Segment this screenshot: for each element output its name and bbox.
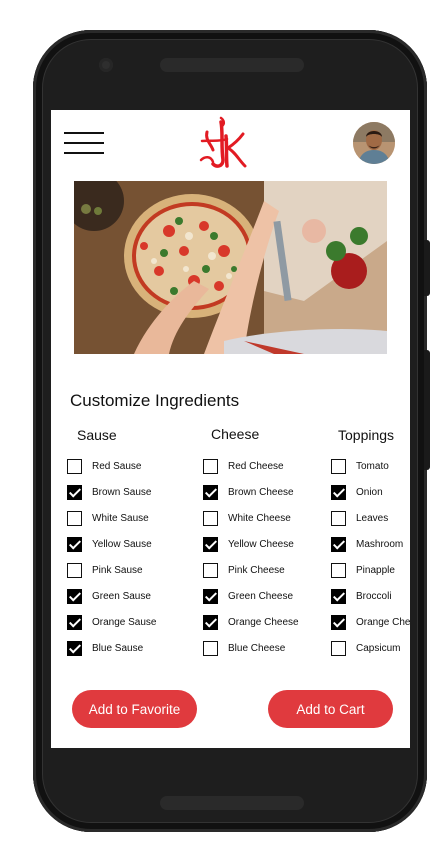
checkbox[interactable] bbox=[203, 588, 218, 604]
volume-button bbox=[424, 240, 430, 296]
option-label: White Sause bbox=[92, 512, 149, 524]
avatar-photo bbox=[353, 122, 395, 164]
column-title-cheese: Cheese bbox=[211, 426, 260, 442]
option-label: Orange Chee bbox=[356, 616, 410, 628]
section-title: Customize Ingredients bbox=[70, 391, 240, 410]
checkbox-option[interactable]: Onion bbox=[331, 482, 383, 502]
checkbox[interactable] bbox=[67, 640, 82, 656]
option-label: Brown Cheese bbox=[228, 486, 294, 498]
column-title-sause: Sause bbox=[77, 427, 117, 443]
front-camera bbox=[99, 58, 113, 72]
checkbox-option[interactable]: Blue Sause bbox=[67, 638, 143, 658]
checkbox-option[interactable]: Green Cheese bbox=[203, 586, 293, 606]
checkbox-option[interactable]: Leaves bbox=[331, 508, 388, 528]
hero-image bbox=[74, 181, 387, 354]
checkbox-option[interactable]: Blue Cheese bbox=[203, 638, 285, 658]
checkbox[interactable] bbox=[331, 458, 346, 474]
checkbox-option[interactable]: Yellow Cheese bbox=[203, 534, 294, 554]
checkbox[interactable] bbox=[331, 484, 346, 500]
option-label: Tomato bbox=[356, 460, 389, 472]
checkbox[interactable] bbox=[203, 562, 218, 578]
checkbox[interactable] bbox=[331, 536, 346, 552]
checkbox-option[interactable]: Yellow Sause bbox=[67, 534, 152, 554]
checkbox[interactable] bbox=[331, 614, 346, 630]
checkbox-option[interactable]: Pinapple bbox=[331, 560, 395, 580]
option-label: Blue Cheese bbox=[228, 642, 286, 654]
checkbox[interactable] bbox=[203, 510, 218, 526]
checkbox-option[interactable]: Pink Cheese bbox=[203, 560, 285, 580]
checkbox[interactable] bbox=[203, 614, 218, 630]
checkbox[interactable] bbox=[67, 484, 82, 500]
checkbox[interactable] bbox=[203, 536, 218, 552]
checkbox-option[interactable]: Broccoli bbox=[331, 586, 392, 606]
option-label: Brown Sause bbox=[92, 486, 152, 498]
checkbox[interactable] bbox=[331, 562, 346, 578]
checkbox[interactable] bbox=[203, 484, 218, 500]
checkbox-option[interactable]: Orange Cheese bbox=[203, 612, 299, 632]
option-label: Red Cheese bbox=[228, 460, 284, 472]
checkbox[interactable] bbox=[67, 614, 82, 630]
option-label: Green Cheese bbox=[228, 590, 294, 602]
checkbox-option[interactable]: Red Cheese bbox=[203, 456, 284, 476]
checkbox-option[interactable]: Red Sause bbox=[67, 456, 141, 476]
checkbox-option[interactable]: Orange Sause bbox=[67, 612, 157, 632]
add-to-favorite-button[interactable]: Add to Favorite bbox=[72, 690, 197, 728]
checkbox[interactable] bbox=[67, 458, 82, 474]
checkbox[interactable] bbox=[331, 640, 346, 656]
checkbox-option[interactable]: White Sause bbox=[67, 508, 149, 528]
option-label: Capsicum bbox=[356, 642, 401, 654]
option-label: Yellow Cheese bbox=[228, 538, 294, 550]
checkbox[interactable] bbox=[67, 536, 82, 552]
checkbox-option[interactable]: Green Sause bbox=[67, 586, 151, 606]
option-label: Red Sause bbox=[92, 460, 142, 472]
brand-logo[interactable] bbox=[199, 116, 249, 172]
power-button bbox=[424, 350, 430, 470]
checkbox-option[interactable]: Capsicum bbox=[331, 638, 400, 658]
bottom-speaker bbox=[160, 796, 304, 810]
option-label: Orange Cheese bbox=[228, 616, 299, 628]
checkbox-option[interactable]: Tomato bbox=[331, 456, 389, 476]
option-label: Green Sause bbox=[92, 590, 151, 602]
checkbox[interactable] bbox=[331, 588, 346, 604]
top-speaker bbox=[160, 58, 304, 72]
option-label: Pink Cheese bbox=[228, 564, 285, 576]
checkbox-option[interactable]: Mashroom bbox=[331, 534, 403, 554]
app-screen: Customize Ingredients Sause Cheese Toppi… bbox=[51, 110, 410, 748]
option-label: Leaves bbox=[356, 512, 389, 524]
option-label: Onion bbox=[356, 486, 383, 498]
option-label: Pink Sause bbox=[92, 564, 143, 576]
checkbox[interactable] bbox=[203, 458, 218, 474]
checkbox[interactable] bbox=[67, 588, 82, 604]
checkbox-option[interactable]: White Cheese bbox=[203, 508, 291, 528]
hk-logo-icon bbox=[199, 116, 247, 168]
option-label: Yellow Sause bbox=[92, 538, 152, 550]
checkbox-option[interactable]: Pink Sause bbox=[67, 560, 143, 580]
user-avatar[interactable] bbox=[353, 122, 395, 164]
add-to-cart-button[interactable]: Add to Cart bbox=[268, 690, 393, 728]
hamburger-menu-icon[interactable] bbox=[64, 132, 104, 154]
pizza-photo bbox=[74, 181, 387, 354]
column-title-toppings: Toppings bbox=[338, 427, 395, 443]
option-label: Blue Sause bbox=[92, 642, 144, 654]
option-label: Broccoli bbox=[356, 590, 392, 602]
option-label: White Cheese bbox=[228, 512, 291, 524]
checkbox[interactable] bbox=[203, 640, 218, 656]
checkbox-option[interactable]: Brown Sause bbox=[67, 482, 151, 502]
checkbox-option[interactable]: Orange Chee bbox=[331, 612, 410, 632]
option-label: Pinapple bbox=[356, 564, 395, 576]
checkbox[interactable] bbox=[67, 510, 82, 526]
checkbox[interactable] bbox=[67, 562, 82, 578]
checkbox-option[interactable]: Brown Cheese bbox=[203, 482, 294, 502]
checkbox[interactable] bbox=[331, 510, 346, 526]
option-label: Orange Sause bbox=[92, 616, 157, 628]
option-label: Mashroom bbox=[356, 538, 404, 550]
